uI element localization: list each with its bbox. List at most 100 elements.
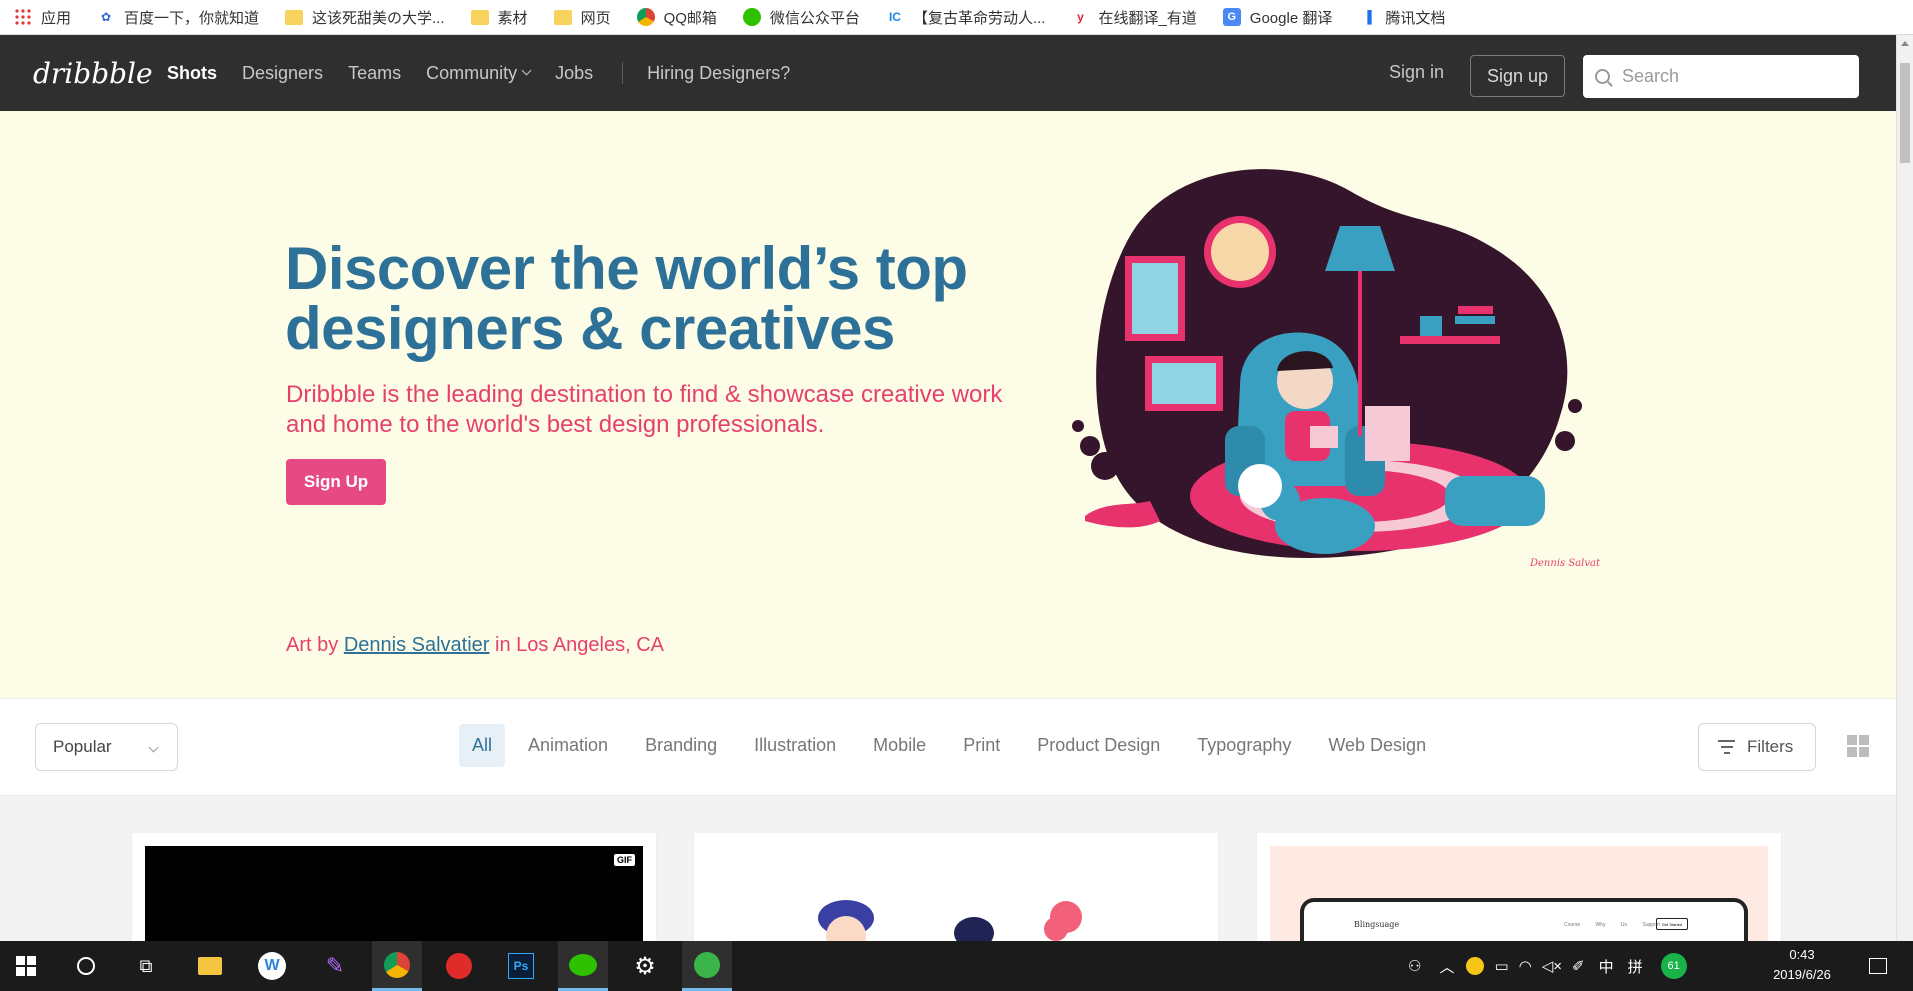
category-web-design[interactable]: Web Design: [1328, 735, 1426, 756]
category-all[interactable]: All: [459, 724, 506, 767]
filters-button[interactable]: Filters: [1698, 723, 1816, 771]
bookmark-retro[interactable]: IC 【复古革命劳动人...: [886, 7, 1046, 28]
filter-lines-icon: [1718, 738, 1735, 756]
chevron-down-icon: [148, 742, 159, 753]
settings-button[interactable]: ⚙: [620, 941, 670, 991]
shot-card[interactable]: [694, 833, 1218, 941]
notification-count-badge[interactable]: 61: [1660, 953, 1687, 979]
page-scrollbar[interactable]: [1896, 35, 1913, 941]
hero-section: Discover the world’s top designers & cre…: [0, 111, 1896, 698]
chrome-icon: [384, 951, 410, 978]
ime-mode-indicator[interactable]: 拼: [1628, 956, 1643, 977]
task-view-button[interactable]: ⧉: [121, 941, 171, 991]
category-typography[interactable]: Typography: [1197, 735, 1291, 756]
ic-icon: IC: [888, 10, 901, 24]
windows-taskbar: ⧉ W ✎ Ps ⚙ ⚇ ︿ ▭ ◠ ◁× ✐ 中 拼 61 0:43 2019…: [0, 941, 1913, 991]
file-explorer-icon: [198, 957, 222, 975]
hero-sign-up-button[interactable]: Sign Up: [286, 459, 386, 505]
mockup-links: Course Why Us Support: [1564, 922, 1660, 928]
nav-designers[interactable]: Designers: [242, 63, 323, 84]
clock-date: 2019/6/26: [1773, 967, 1831, 982]
people-icon[interactable]: ⚇: [1408, 957, 1421, 975]
photoshop-button[interactable]: Ps: [496, 941, 546, 991]
google-translate-icon: G: [1222, 8, 1241, 26]
photoshop-icon: Ps: [508, 953, 534, 979]
bookmark-apps[interactable]: 应用: [14, 7, 71, 28]
volume-muted-icon[interactable]: ◁×: [1542, 957, 1562, 975]
battery-icon[interactable]: ▭: [1494, 957, 1508, 975]
category-product-design[interactable]: Product Design: [1037, 735, 1160, 756]
bookmark-tencent-docs[interactable]: ▐ 腾讯文档: [1358, 7, 1445, 28]
mockup-button: Get Started: [1656, 918, 1688, 930]
grid-view-icon[interactable]: [1847, 735, 1869, 757]
nav-hiring-designers[interactable]: Hiring Designers?: [647, 63, 790, 84]
netease-music-icon: [446, 953, 472, 979]
youdao-icon: y: [1077, 10, 1084, 24]
file-explorer-button[interactable]: [185, 941, 235, 991]
shot-thumbnail[interactable]: Blingsuage Course Why Us Support Get Sta…: [1270, 846, 1768, 941]
category-animation[interactable]: Animation: [528, 735, 608, 756]
cortana-circle-icon: [77, 957, 95, 975]
bookmark-qqmail[interactable]: QQ邮箱: [636, 7, 717, 28]
nav-jobs[interactable]: Jobs: [555, 63, 593, 84]
shot-thumbnail[interactable]: GIF: [145, 846, 643, 941]
artist-link[interactable]: Dennis Salvatier: [344, 634, 490, 656]
bookmark-youdao[interactable]: y 在线翻译_有道: [1071, 7, 1197, 28]
nav-teams[interactable]: Teams: [348, 63, 401, 84]
credit-location: in Los Angeles, CA: [495, 634, 664, 656]
cortana-button[interactable]: [61, 941, 111, 991]
bookmark-wechat[interactable]: 微信公众平台: [742, 7, 860, 28]
sign-in-link[interactable]: Sign in: [1389, 62, 1444, 83]
app-w-button[interactable]: W: [247, 941, 297, 991]
wifi-icon[interactable]: ◠: [1519, 957, 1532, 975]
start-button[interactable]: [1, 941, 51, 991]
bookmark-folder-college[interactable]: 这该死甜美の大学...: [285, 7, 445, 28]
chrome-taskbar-button[interactable]: [372, 941, 422, 991]
nav-community-label: Community: [426, 62, 518, 83]
ime-language-indicator[interactable]: 中: [1599, 956, 1614, 977]
green-app-icon: [694, 951, 720, 978]
app-green-button[interactable]: [682, 941, 732, 991]
shot-card[interactable]: GIF: [132, 833, 656, 941]
app-pen-button[interactable]: ✎: [310, 941, 360, 991]
apps-grid-icon: [14, 8, 32, 26]
sort-select[interactable]: Popular: [35, 723, 178, 771]
bookmark-baidu[interactable]: ✿ 百度一下，你就知道: [97, 7, 259, 28]
laptop-mockup: Blingsuage Course Why Us Support Get Sta…: [1300, 898, 1748, 941]
scrollbar-thumb[interactable]: [1900, 63, 1910, 163]
category-print[interactable]: Print: [963, 735, 1000, 756]
taskbar-clock[interactable]: 0:43 2019/6/26: [1762, 945, 1842, 985]
wechat-icon: [569, 953, 597, 976]
shot-thumbnail[interactable]: [694, 833, 1218, 941]
netease-music-button[interactable]: [434, 941, 484, 991]
notification-icon: [1869, 958, 1887, 974]
sign-up-button[interactable]: Sign up: [1470, 55, 1565, 97]
bookmark-folder-web[interactable]: 网页: [553, 7, 611, 28]
top-navigation: dribbble Shots Designers Teams Community…: [0, 35, 1896, 111]
nav-shots[interactable]: Shots: [167, 63, 217, 84]
search-input[interactable]: [1622, 66, 1842, 87]
action-center-button[interactable]: [1853, 941, 1903, 991]
category-branding[interactable]: Branding: [645, 735, 717, 756]
chevron-up-icon[interactable]: ︿: [1439, 956, 1454, 977]
system-tray: ⚇ ︿ ▭ ◠ ◁× ✐ 中 拼 61: [1408, 941, 1687, 991]
search-box[interactable]: [1583, 55, 1859, 98]
pen-app-icon: ✎: [325, 953, 345, 978]
w-app-icon: W: [258, 952, 286, 980]
search-icon: [1595, 69, 1610, 84]
chevron-down-icon: [521, 65, 532, 76]
wechat-taskbar-button[interactable]: [558, 941, 608, 991]
nav-community[interactable]: Community: [426, 62, 532, 84]
dribbble-logo[interactable]: dribbble: [33, 57, 153, 90]
category-illustration[interactable]: Illustration: [754, 735, 836, 756]
pen-workspace-icon[interactable]: ✐: [1572, 957, 1585, 975]
bookmark-google-translate[interactable]: G Google 翻译: [1222, 7, 1332, 28]
windows-logo-icon: [16, 956, 36, 976]
scroll-up-arrow-icon[interactable]: [1901, 41, 1909, 46]
bookmark-folder-materials[interactable]: 素材: [470, 7, 528, 28]
folder-icon: [553, 9, 572, 25]
tray-app-icon[interactable]: [1466, 957, 1485, 975]
shot-card[interactable]: Blingsuage Course Why Us Support Get Sta…: [1257, 833, 1781, 941]
category-mobile[interactable]: Mobile: [873, 735, 926, 756]
gif-badge: GIF: [614, 854, 635, 866]
